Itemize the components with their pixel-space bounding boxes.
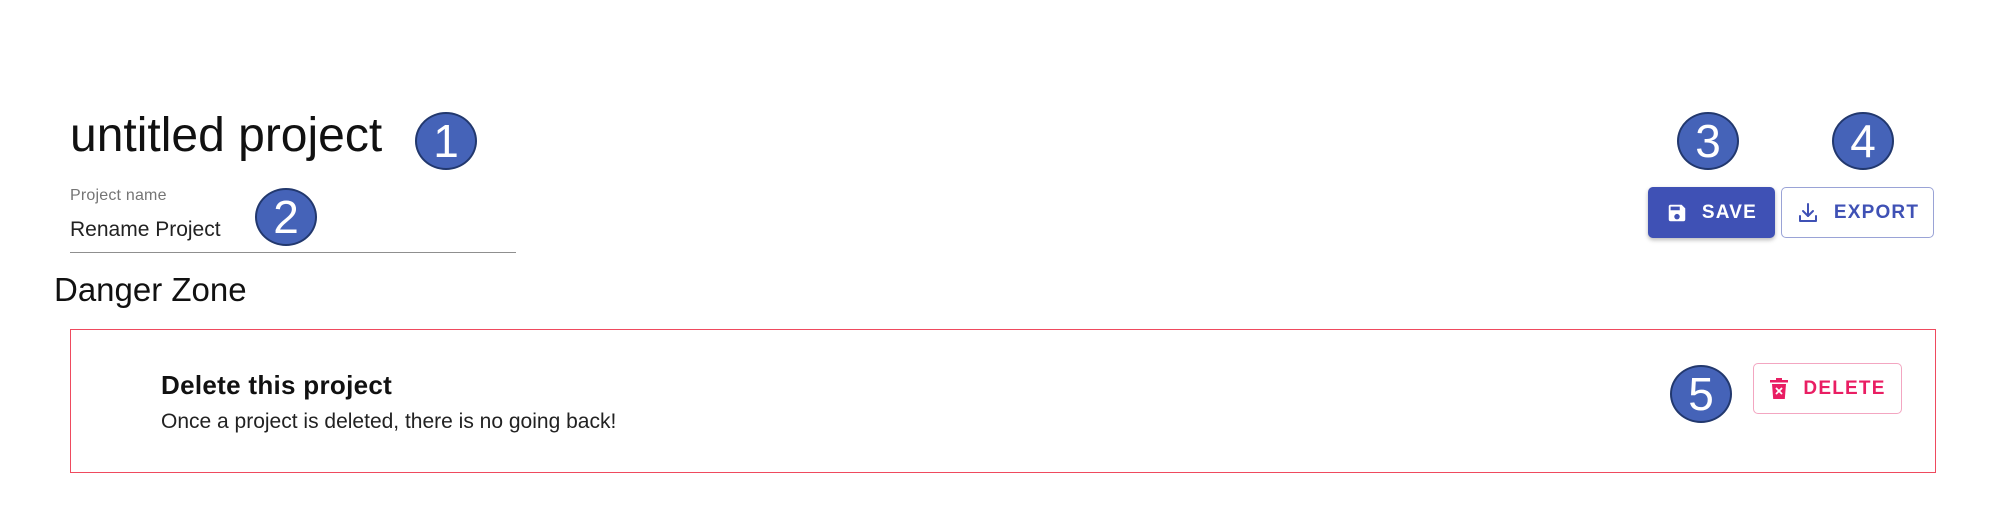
trash-icon — [1769, 377, 1789, 400]
annotation-marker-2: 2 — [255, 188, 317, 246]
delete-project-description: Once a project is deleted, there is no g… — [161, 410, 617, 433]
delete-project-title: Delete this project — [161, 370, 393, 400]
page-title: untitled project — [70, 109, 383, 162]
export-button[interactable]: EXPORT — [1781, 187, 1934, 238]
project-name-label: Project name — [70, 187, 167, 204]
delete-button[interactable]: DELETE — [1753, 363, 1902, 414]
floppy-disk-icon — [1666, 202, 1688, 224]
danger-zone-panel: Delete this project Once a project is de… — [70, 329, 1936, 473]
annotation-marker-1: 1 — [415, 112, 477, 170]
save-button[interactable]: SAVE — [1648, 187, 1775, 238]
project-settings-page: untitled project Project name SAVE EXPOR… — [0, 0, 1996, 511]
export-button-label: EXPORT — [1833, 201, 1920, 223]
annotation-marker-5: 5 — [1670, 365, 1732, 423]
delete-button-label: DELETE — [1803, 377, 1886, 399]
annotation-marker-4: 4 — [1832, 112, 1894, 170]
annotation-marker-3: 3 — [1677, 112, 1739, 170]
download-icon — [1796, 201, 1820, 225]
danger-zone-heading: Danger Zone — [54, 271, 247, 308]
save-button-label: SAVE — [1701, 201, 1758, 223]
